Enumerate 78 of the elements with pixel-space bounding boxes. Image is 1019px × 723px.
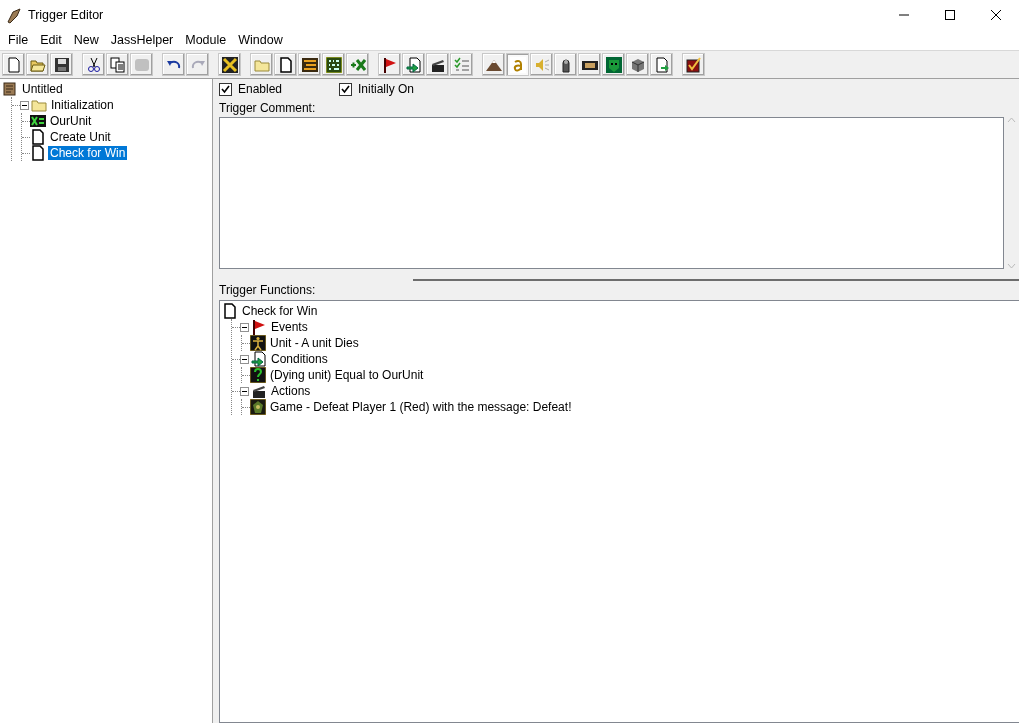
toolbar-button[interactable]	[482, 53, 505, 76]
tree-item[interactable]: Actions	[269, 384, 313, 398]
emblem-icon	[250, 399, 266, 415]
folder-icon	[31, 97, 47, 113]
scroll-icon	[2, 81, 18, 97]
checkbox-label: Enabled	[238, 81, 283, 98]
toolbar-button[interactable]	[602, 53, 625, 76]
menu-item[interactable]: JassHelper	[104, 30, 180, 50]
figure-icon	[250, 335, 266, 351]
scroll-down-icon	[1007, 263, 1016, 269]
toolbar-button[interactable]	[162, 53, 185, 76]
maximize-icon	[944, 9, 956, 21]
toolbar-button[interactable]	[82, 53, 105, 76]
field-label: Trigger Comment:	[218, 100, 317, 117]
scroll-up-icon	[1007, 117, 1016, 123]
menu-item[interactable]: Module	[179, 30, 233, 50]
collapse-toggle[interactable]	[240, 386, 249, 396]
x-icon	[221, 56, 238, 73]
toolbar-button[interactable]	[578, 53, 601, 76]
toolbar-button[interactable]	[626, 53, 649, 76]
page-arrow-icon	[251, 351, 267, 367]
checkbox-icon	[685, 56, 702, 73]
tree-item[interactable]: OurUnit	[48, 114, 94, 128]
tree-item[interactable]: Check for Win	[240, 304, 320, 318]
toolbar-button[interactable]	[682, 53, 705, 76]
tree-item[interactable]: Initialization	[49, 98, 116, 112]
toolbar-button[interactable]	[218, 53, 241, 76]
collapse-toggle[interactable]	[240, 354, 249, 364]
close-icon	[990, 9, 1002, 21]
app-logo-icon	[6, 7, 22, 24]
clapperboard-icon	[251, 383, 267, 399]
page-icon	[30, 145, 46, 161]
toolbar-button[interactable]	[554, 53, 577, 76]
collapse-toggle[interactable]	[20, 100, 29, 110]
menu-item[interactable]: Window	[232, 30, 289, 50]
binary-icon	[325, 56, 342, 73]
tree-item[interactable]: (Dying unit) Equal to OurUnit	[268, 368, 426, 382]
window-title: Trigger Editor	[28, 6, 105, 24]
x-equals-icon	[30, 113, 46, 129]
flag-icon	[381, 56, 398, 73]
cube-icon	[629, 56, 646, 73]
flag-icon	[251, 319, 267, 335]
checkbox[interactable]	[339, 82, 352, 96]
checklist-icon	[453, 56, 470, 73]
scissors-icon	[85, 56, 102, 73]
lines-icon	[301, 56, 318, 73]
question-mark-icon	[250, 367, 266, 383]
page-icon	[277, 56, 294, 73]
checkbox[interactable]	[219, 82, 232, 96]
menu-item[interactable]: File	[2, 30, 35, 50]
plus-x-icon	[349, 56, 366, 73]
menu-item[interactable]: Edit	[34, 30, 68, 50]
page-arrow-icon	[653, 56, 670, 73]
toolbar-button[interactable]	[274, 53, 297, 76]
tree-item[interactable]: Game - Defeat Player 1 (Red) with the message: Defeat!	[268, 400, 574, 414]
toolbar-button[interactable]	[322, 53, 345, 76]
collapse-toggle[interactable]	[240, 322, 249, 332]
tree-item[interactable]: Create Unit	[48, 130, 113, 144]
tree-item[interactable]: Check for Win	[48, 146, 128, 160]
clipboard-icon	[133, 56, 150, 73]
page-icon	[222, 303, 238, 319]
toolbar-button[interactable]	[426, 53, 449, 76]
tree-item[interactable]: Conditions	[269, 352, 330, 366]
comment-field[interactable]	[219, 117, 1004, 269]
toolbar-button[interactable]	[378, 53, 401, 76]
page-icon	[5, 56, 22, 73]
mask-icon	[605, 56, 622, 73]
tree-item[interactable]: Events	[269, 320, 310, 334]
page-icon	[30, 129, 46, 145]
tree-item[interactable]: Unit - A unit Dies	[268, 336, 361, 350]
toolbar-button[interactable]	[298, 53, 321, 76]
tree-item[interactable]: Untitled	[20, 82, 65, 96]
toolbar-button[interactable]	[50, 53, 73, 76]
field-label: Trigger Functions:	[218, 282, 317, 299]
checkbox-label: Initially On	[358, 81, 415, 98]
page-arrow-icon	[405, 56, 422, 73]
menu-item[interactable]: New	[67, 30, 105, 50]
copy-icon	[109, 56, 126, 73]
